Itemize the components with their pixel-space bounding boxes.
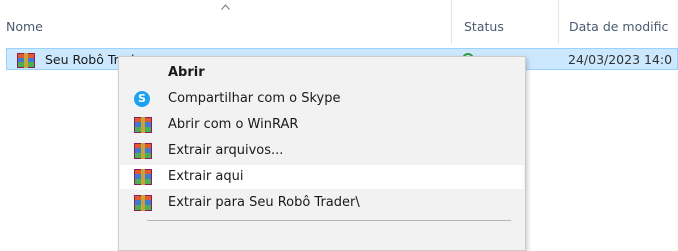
context-menu: Abrir S Compartilhar com o Skype Abrir c… <box>118 56 526 251</box>
menu-item-label: Extrair aqui <box>168 169 244 184</box>
column-header: Nome Status Data de modific <box>0 0 678 44</box>
skype-icon: S <box>134 91 150 107</box>
menu-separator <box>147 220 511 221</box>
winrar-icon <box>134 195 152 211</box>
menu-item-extract-files[interactable]: Extrair arquivos... <box>120 139 524 163</box>
menu-item-open-winrar[interactable]: Abrir com o WinRAR <box>120 113 524 137</box>
menu-item-label: Extrair para Seu Robô Trader\ <box>168 195 360 210</box>
column-status[interactable]: Status <box>464 19 504 34</box>
column-divider[interactable] <box>558 0 559 44</box>
menu-item-open[interactable]: Abrir <box>120 61 524 85</box>
winrar-archive-icon <box>17 53 35 68</box>
file-date: 24/03/2023 14:0 <box>568 52 673 67</box>
winrar-icon <box>134 143 152 159</box>
menu-item-label: Abrir com o WinRAR <box>168 117 299 132</box>
menu-item-extract-to-folder[interactable]: Extrair para Seu Robô Trader\ <box>120 191 524 215</box>
menu-item-label: Abrir <box>168 65 205 80</box>
winrar-icon <box>134 117 152 133</box>
menu-item-label: Extrair arquivos... <box>168 143 284 158</box>
column-date-modified[interactable]: Data de modific <box>569 19 668 34</box>
menu-item-share-skype[interactable]: S Compartilhar com o Skype <box>120 87 524 111</box>
winrar-icon <box>134 169 152 185</box>
sort-chevron-up-icon[interactable] <box>221 4 230 10</box>
menu-item-label: Compartilhar com o Skype <box>168 91 341 106</box>
column-divider[interactable] <box>451 0 452 44</box>
column-name[interactable]: Nome <box>6 19 43 34</box>
menu-item-extract-here[interactable]: Extrair aqui <box>120 165 524 189</box>
